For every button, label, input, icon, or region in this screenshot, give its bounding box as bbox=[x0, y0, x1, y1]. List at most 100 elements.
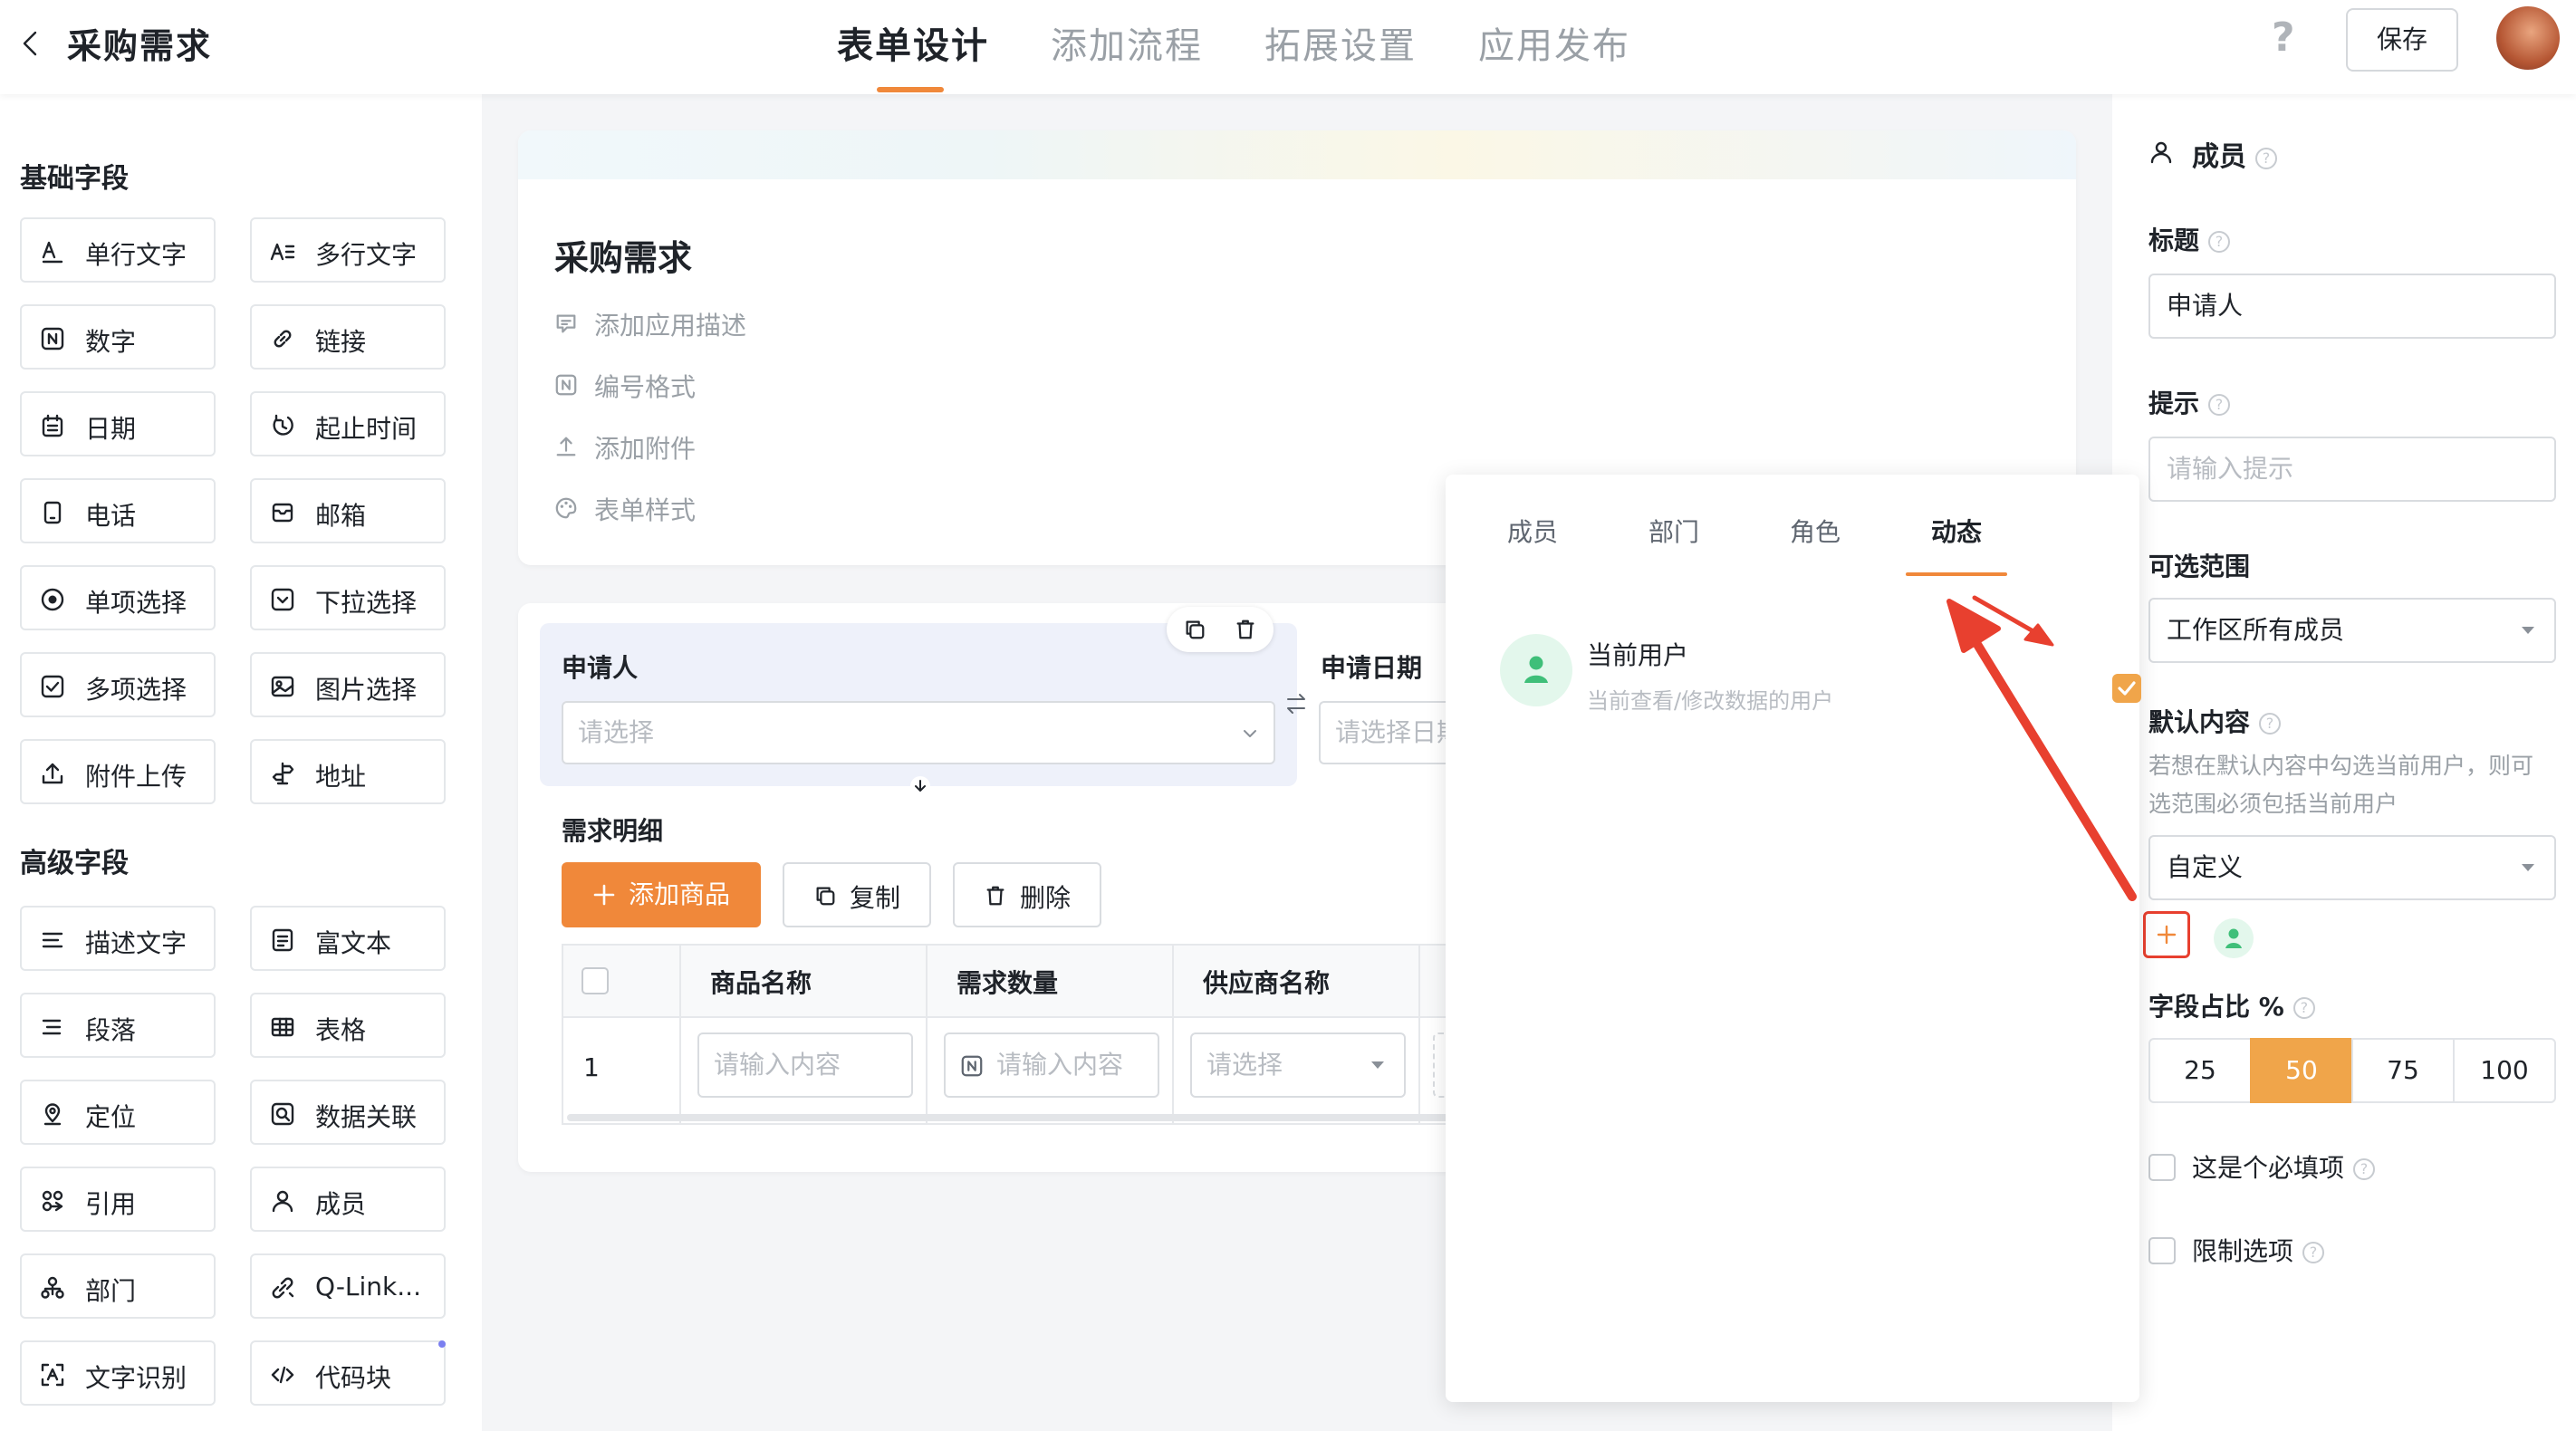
hint-input[interactable]: 请输入提示 bbox=[2148, 437, 2556, 502]
field-date[interactable]: 日期 bbox=[20, 391, 216, 456]
field-dropdown[interactable]: 下拉选择 bbox=[250, 565, 446, 630]
limit-options-checkbox[interactable] bbox=[2148, 1237, 2176, 1264]
popup-tab-indicator bbox=[1906, 572, 2007, 576]
limit-options-label: 限制选项? bbox=[2192, 1232, 2325, 1268]
field-toolbar bbox=[1167, 607, 1274, 652]
detail-table: 商品名称 需求数量 供应商名称 1 请输入内容 请输入内容 请选择 bbox=[562, 944, 1451, 1125]
field-ocr[interactable]: 文字识别 bbox=[20, 1340, 216, 1406]
tab-publish[interactable]: 应用发布 bbox=[1478, 16, 1630, 69]
form-title[interactable]: 采购需求 bbox=[554, 230, 692, 280]
ratio-option-50[interactable]: 50 bbox=[2250, 1038, 2353, 1103]
popup-tab-dynamic[interactable]: 动态 bbox=[1931, 513, 1982, 549]
user-icon bbox=[272, 1190, 293, 1213]
ratio-option-75[interactable]: 75 bbox=[2351, 1038, 2455, 1103]
range-select[interactable]: 工作区所有成员 bbox=[2148, 598, 2556, 663]
field-radio[interactable]: 单项选择 bbox=[20, 565, 216, 630]
palette-icon bbox=[555, 497, 577, 519]
field-single-line-text[interactable]: 单行文字 bbox=[20, 217, 216, 283]
chevron-down-icon bbox=[1244, 730, 1256, 737]
date-picker[interactable]: 请选择日期 bbox=[1319, 701, 1464, 764]
field-paragraph[interactable]: 段落 bbox=[20, 993, 216, 1058]
qlink-icon bbox=[272, 1277, 294, 1299]
paragraph-icon bbox=[42, 1019, 62, 1035]
field-address[interactable]: 地址 bbox=[250, 739, 446, 804]
field-description[interactable]: 描述文字 bbox=[20, 906, 216, 971]
number-icon bbox=[961, 1055, 983, 1077]
radio-icon bbox=[41, 588, 64, 611]
tab-extend-settings[interactable]: 拓展设置 bbox=[1264, 16, 1417, 69]
ratio-option-25[interactable]: 25 bbox=[2148, 1038, 2252, 1103]
phone-icon bbox=[43, 501, 62, 524]
select-all-checkbox[interactable] bbox=[582, 967, 609, 994]
field-link[interactable]: 链接 bbox=[250, 304, 446, 370]
user-icon bbox=[2150, 141, 2172, 164]
default-member-chip[interactable] bbox=[2214, 918, 2254, 958]
field-image[interactable]: 图片选择 bbox=[250, 652, 446, 717]
supplier-select[interactable]: 请选择 bbox=[1190, 1032, 1406, 1098]
field-upload[interactable]: 附件上传 bbox=[20, 739, 216, 804]
signpost-icon bbox=[272, 762, 294, 785]
column-header: 商品名称 bbox=[710, 968, 812, 998]
field-number[interactable]: 数字 bbox=[20, 304, 216, 370]
arrow-down-icon[interactable] bbox=[909, 775, 931, 797]
number-format-icon bbox=[555, 374, 577, 396]
popup-tab-department[interactable]: 部门 bbox=[1648, 513, 1699, 549]
help-icon: ? bbox=[2302, 1242, 2325, 1263]
active-tab-indicator bbox=[877, 87, 944, 92]
app-title: 采购需求 bbox=[67, 26, 213, 66]
checkbox-icon bbox=[41, 675, 64, 698]
field-qlink[interactable]: Q-Link... bbox=[250, 1253, 446, 1319]
tab-form-design[interactable]: 表单设计 bbox=[837, 16, 989, 69]
save-button[interactable]: 保存 bbox=[2346, 8, 2458, 72]
help-icon[interactable]: ? bbox=[2272, 14, 2295, 61]
required-label: 这是个必填项? bbox=[2192, 1148, 2376, 1185]
ratio-option-100[interactable]: 100 bbox=[2453, 1038, 2556, 1103]
current-user-checkbox[interactable] bbox=[2112, 674, 2141, 703]
column-header: 供应商名称 bbox=[1203, 968, 1331, 998]
user-avatar-icon bbox=[1524, 656, 1548, 683]
field-time-range[interactable]: 起止时间 bbox=[250, 391, 446, 456]
department-icon bbox=[41, 1276, 64, 1299]
field-department[interactable]: 部门 bbox=[20, 1253, 216, 1319]
field-phone[interactable]: 电话 bbox=[20, 478, 216, 543]
swap-icon[interactable] bbox=[1283, 690, 1310, 717]
time-range-icon bbox=[273, 414, 293, 436]
field-checkbox[interactable]: 多项选择 bbox=[20, 652, 216, 717]
field-mail[interactable]: 邮箱 bbox=[250, 478, 446, 543]
field-multi-line-text[interactable]: 多行文字 bbox=[250, 217, 446, 283]
field-code[interactable]: 代码块 bbox=[250, 1340, 446, 1406]
help-icon: ? bbox=[2259, 713, 2282, 735]
tab-add-flow[interactable]: 添加流程 bbox=[1051, 16, 1203, 69]
column-header: 需求数量 bbox=[956, 968, 1059, 998]
field-reference[interactable]: 引用 bbox=[20, 1167, 216, 1232]
product-name-input[interactable]: 请输入内容 bbox=[697, 1032, 913, 1098]
required-checkbox[interactable] bbox=[2148, 1154, 2176, 1181]
title-input[interactable]: 申请人 bbox=[2148, 274, 2556, 339]
basic-fields-title: 基础字段 bbox=[20, 163, 129, 195]
copy-icon[interactable] bbox=[1183, 618, 1206, 641]
applicant-select[interactable]: 请选择 bbox=[562, 701, 1275, 764]
trash-icon bbox=[986, 886, 1004, 906]
popup-tab-member[interactable]: 成员 bbox=[1507, 513, 1558, 549]
row-index: 1 bbox=[583, 1052, 600, 1082]
default-content-select[interactable]: 自定义 bbox=[2148, 835, 2556, 900]
trash-icon[interactable] bbox=[1234, 618, 1257, 641]
field-table[interactable]: 表格 bbox=[250, 993, 446, 1058]
popup-tab-role[interactable]: 角色 bbox=[1790, 513, 1841, 549]
copy-button[interactable]: 复制 bbox=[783, 862, 931, 927]
field-location[interactable]: 定位 bbox=[20, 1080, 216, 1145]
back-button[interactable] bbox=[13, 25, 49, 62]
field-member[interactable]: 成员 bbox=[250, 1167, 446, 1232]
avatar[interactable] bbox=[2496, 6, 2560, 70]
quantity-input[interactable]: 请输入内容 bbox=[944, 1032, 1159, 1098]
field-data-link[interactable]: 数据关联 bbox=[250, 1080, 446, 1145]
add-item-button[interactable]: 添加商品 bbox=[562, 862, 761, 927]
delete-button[interactable]: 删除 bbox=[953, 862, 1101, 927]
add-default-member-button[interactable] bbox=[2143, 911, 2190, 958]
table-icon bbox=[271, 1017, 294, 1037]
table-scrollbar[interactable] bbox=[567, 1114, 1451, 1121]
field-rich-text[interactable]: 富文本 bbox=[250, 906, 446, 971]
top-header: 采购需求 表单设计 添加流程 拓展设置 应用发布 ? 保存 bbox=[0, 0, 2576, 94]
current-user-option[interactable]: 当前用户 当前查看/修改数据的用户 bbox=[1500, 625, 2141, 716]
plus-icon bbox=[2157, 925, 2177, 945]
